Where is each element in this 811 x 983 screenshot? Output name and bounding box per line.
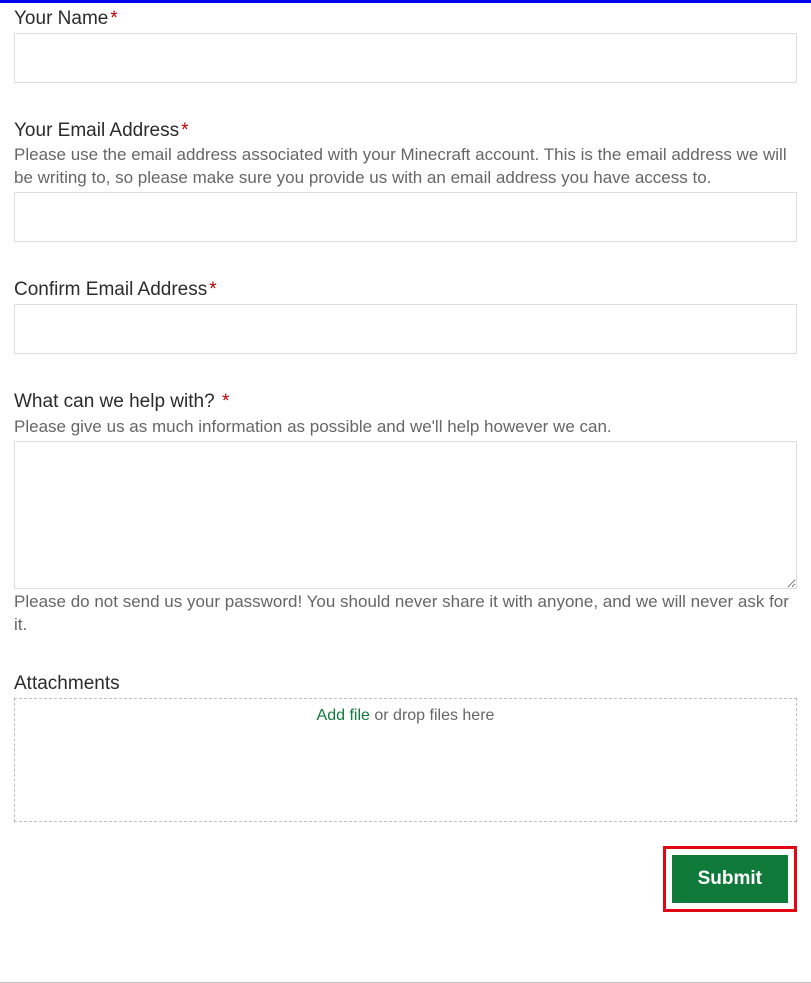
form-group-name: Your Name*: [14, 7, 797, 83]
field-hint-below: Please do not send us your password! You…: [14, 591, 797, 637]
form-group-email: Your Email Address* Please use the email…: [14, 119, 797, 243]
field-hint: Please give us as much information as po…: [14, 416, 797, 439]
field-label: What can we help with? *: [14, 390, 797, 415]
field-label: Attachments: [14, 672, 797, 697]
confirm-email-field[interactable]: [14, 304, 797, 354]
field-hint: Please use the email address associated …: [14, 144, 797, 190]
label-text: What can we help with?: [14, 391, 220, 412]
required-indicator: *: [181, 120, 188, 141]
field-label: Your Name*: [14, 7, 797, 32]
submit-highlight-box: Submit: [663, 846, 797, 912]
required-indicator: *: [222, 391, 229, 412]
name-field[interactable]: [14, 33, 797, 83]
label-text: Your Email Address: [14, 120, 179, 141]
required-indicator: *: [209, 279, 216, 300]
label-text: Confirm Email Address: [14, 279, 207, 300]
label-text: Attachments: [14, 673, 120, 694]
label-text: Your Name: [14, 8, 108, 29]
form-group-attachments: Attachments Add file or drop files here: [14, 672, 797, 822]
submit-anchor: Submit: [14, 822, 797, 912]
drop-files-text: or drop files here: [370, 707, 495, 724]
attachments-dropzone[interactable]: Add file or drop files here: [14, 698, 797, 822]
help-textarea[interactable]: [14, 441, 797, 589]
form-group-help: What can we help with? * Please give us …: [14, 390, 797, 637]
required-indicator: *: [110, 8, 117, 29]
field-label: Confirm Email Address*: [14, 278, 797, 303]
form-container: Your Name* Your Email Address* Please us…: [0, 3, 811, 932]
field-label: Your Email Address*: [14, 119, 797, 144]
add-file-link[interactable]: Add file: [317, 707, 370, 724]
email-field[interactable]: [14, 192, 797, 242]
submit-button[interactable]: Submit: [672, 855, 788, 903]
form-group-confirm-email: Confirm Email Address*: [14, 278, 797, 354]
